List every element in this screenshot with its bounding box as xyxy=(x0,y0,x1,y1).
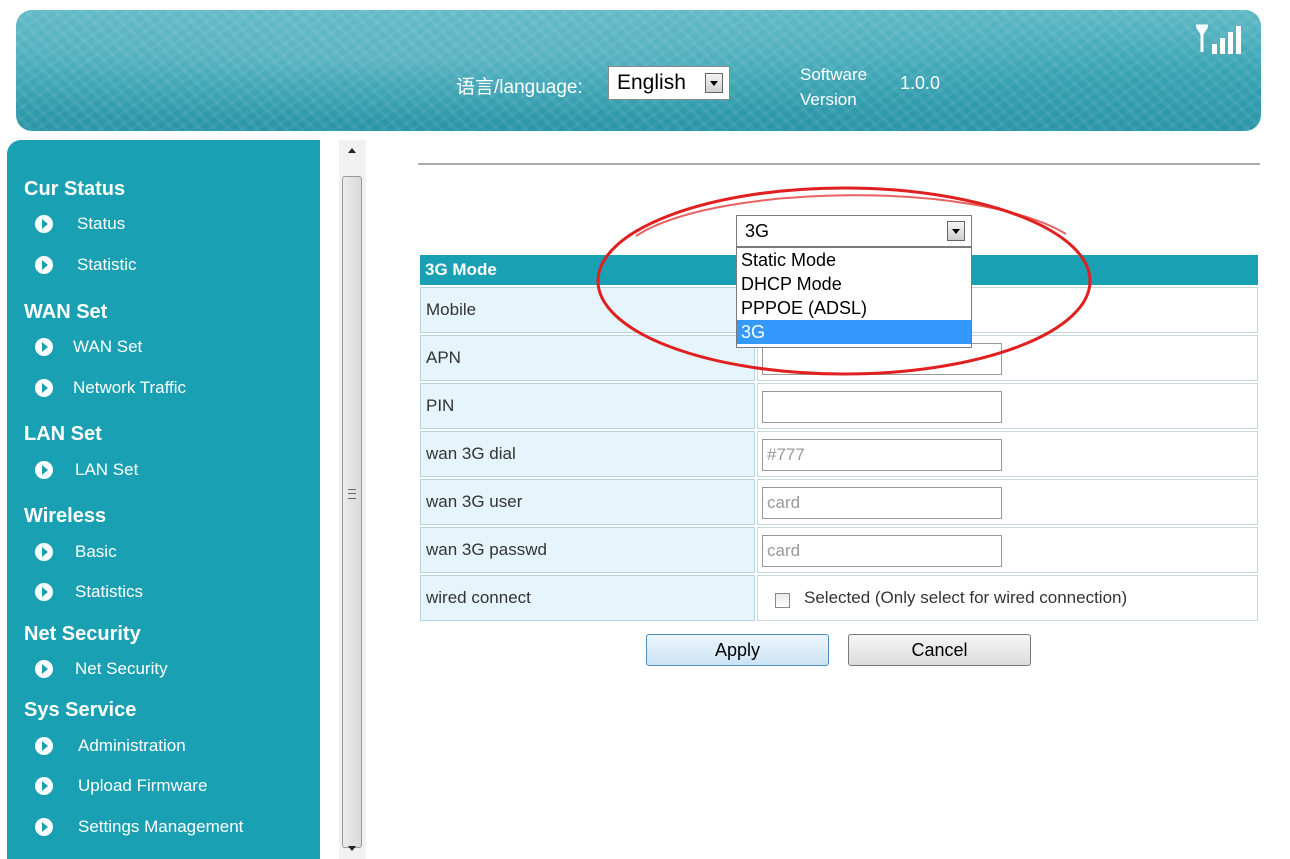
table-row: PIN xyxy=(420,383,1258,429)
wired-connect-label: Selected (Only select for wired connecti… xyxy=(804,588,1128,607)
sidebar-item-network-traffic[interactable]: Network Traffic xyxy=(35,376,186,400)
scroll-up-arrow-icon[interactable] xyxy=(348,148,356,153)
arrow-circle-icon xyxy=(35,543,53,561)
sidebar-item-label: Upload Firmware xyxy=(78,776,208,795)
vertical-scrollbar[interactable] xyxy=(339,140,366,859)
row-label-wan-3g-dial: wan 3G dial xyxy=(420,431,755,477)
sidebar-item-label: Network Traffic xyxy=(73,378,187,397)
row-label-wired-connect: wired connect xyxy=(420,575,755,621)
sidebar-item-status[interactable]: Status xyxy=(35,212,125,236)
sidebar-item-settings-management[interactable]: Settings Management xyxy=(35,815,243,839)
sidebar-item-basic[interactable]: Basic xyxy=(35,540,117,564)
chevron-down-icon[interactable] xyxy=(705,73,723,93)
wan-3g-dial-input[interactable] xyxy=(762,439,1002,471)
row-label-apn: APN xyxy=(420,335,755,381)
grip-icon xyxy=(348,489,356,499)
sidebar-item-statistics[interactable]: Statistics xyxy=(35,580,143,604)
sidebar-group-sys-service: Sys Service xyxy=(24,699,137,721)
arrow-circle-icon xyxy=(35,461,53,479)
sidebar-item-statistic[interactable]: Statistic xyxy=(35,253,137,277)
software-version-value: 1.0.0 xyxy=(900,73,941,93)
arrow-circle-icon xyxy=(35,379,53,397)
sidebar-item-net-security[interactable]: Net Security xyxy=(35,657,168,681)
sidebar-nav: Cur Status Status Statistic WAN Set WAN … xyxy=(7,140,320,859)
sidebar-item-label: Status xyxy=(77,214,126,233)
wan-mode-dropdown-list: Static Mode DHCP Mode PPPOE (ADSL) 3G xyxy=(736,247,972,348)
arrow-circle-icon xyxy=(35,256,53,274)
option-3g[interactable]: 3G xyxy=(737,320,971,344)
language-select[interactable]: English xyxy=(608,66,730,100)
software-version-label: Software Version xyxy=(800,65,868,109)
row-label-mobile: Mobile xyxy=(420,287,755,333)
sidebar-group-wan-set: WAN Set xyxy=(24,301,108,323)
sidebar-item-label: Settings Management xyxy=(78,817,244,836)
sidebar-item-lan-set[interactable]: LAN Set xyxy=(35,458,138,482)
arrow-circle-icon xyxy=(35,660,53,678)
option-static-mode[interactable]: Static Mode xyxy=(737,248,971,272)
wan-3g-user-input[interactable] xyxy=(762,487,1002,519)
table-row: wan 3G user xyxy=(420,479,1258,525)
scroll-down-arrow-icon[interactable] xyxy=(348,846,356,851)
sidebar-item-label: Basic xyxy=(75,542,117,561)
chevron-down-icon[interactable] xyxy=(947,221,965,241)
arrow-circle-icon xyxy=(35,338,53,356)
table-row: wan 3G dial xyxy=(420,431,1258,477)
arrow-circle-icon xyxy=(35,737,53,755)
sidebar-item-wan-set[interactable]: WAN Set xyxy=(35,335,142,359)
sidebar-item-upload-firmware[interactable]: Upload Firmware xyxy=(35,774,207,798)
arrow-circle-icon xyxy=(35,583,53,601)
option-pppoe[interactable]: PPPOE (ADSL) xyxy=(737,296,971,320)
user-value-cell xyxy=(757,479,1258,525)
cancel-button[interactable]: Cancel xyxy=(848,634,1031,666)
option-dhcp-mode[interactable]: DHCP Mode xyxy=(737,272,971,296)
wan-mode-selected-value: 3G xyxy=(745,221,770,241)
divider xyxy=(418,163,1260,165)
table-row: wired connect Selected (Only select for … xyxy=(420,575,1258,621)
header-banner: 语言/language: English Software Version 1.… xyxy=(16,10,1261,131)
dial-value-cell xyxy=(757,431,1258,477)
apply-button[interactable]: Apply xyxy=(646,634,829,666)
sidebar-group-net-security: Net Security xyxy=(24,623,141,645)
wired-connect-checkbox[interactable] xyxy=(775,593,790,608)
wan-3g-passwd-input[interactable] xyxy=(762,535,1002,567)
row-label-pin: PIN xyxy=(420,383,755,429)
passwd-value-cell xyxy=(757,527,1258,573)
row-label-wan-3g-user: wan 3G user xyxy=(420,479,755,525)
sidebar-item-label: Administration xyxy=(78,736,186,755)
row-label-wan-3g-passwd: wan 3G passwd xyxy=(420,527,755,573)
signal-strength-icon xyxy=(1195,24,1241,54)
sidebar-item-label: Net Security xyxy=(75,659,168,678)
sidebar-item-label: LAN Set xyxy=(75,460,139,479)
sidebar-group-lan-set: LAN Set xyxy=(24,423,102,445)
sidebar-item-label: WAN Set xyxy=(73,337,143,356)
sidebar-item-label: Statistic xyxy=(77,255,137,274)
wired-value-cell: Selected (Only select for wired connecti… xyxy=(757,575,1258,621)
wan-mode-select[interactable]: 3G xyxy=(736,215,972,247)
sidebar-item-administration[interactable]: Administration xyxy=(35,734,186,758)
sidebar-item-label: Statistics xyxy=(75,582,144,601)
arrow-circle-icon xyxy=(35,215,53,233)
scrollbar-thumb[interactable] xyxy=(342,176,362,848)
pin-input[interactable] xyxy=(762,391,1002,423)
arrow-circle-icon xyxy=(35,777,53,795)
sidebar-group-cur-status: Cur Status xyxy=(24,178,126,200)
language-selected-value: English xyxy=(617,71,686,94)
pin-value-cell xyxy=(757,383,1258,429)
language-label: 语言/language: xyxy=(456,77,583,98)
sidebar-group-wireless: Wireless xyxy=(24,505,107,527)
arrow-circle-icon xyxy=(35,818,53,836)
table-row: wan 3G passwd xyxy=(420,527,1258,573)
